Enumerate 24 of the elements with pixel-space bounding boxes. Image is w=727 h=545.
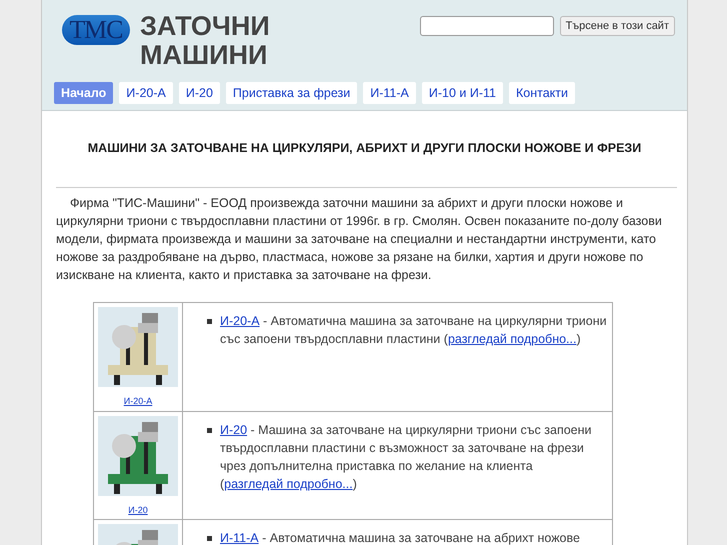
product-link[interactable]: И-20-А <box>220 314 260 328</box>
product-description: И-11-А - Автоматична машина за заточване на абрихт ножове <box>220 530 580 545</box>
intro-paragraph: Фирма "ТИС-Машини" - ЕООД произвежда заточни машини за абрихт и други плоски ножове и циркулярни триони с твърдосплавни пластини от 1996г. в гр. Смолян. Освен показаните по-долу базови модели, фирмата произвежда и машини за заточване на специални и нестандартни инструменти, като ножове за раздробяване на дърво, пластмаса, ножове за рязане на билки, хартия и други ножове по изискване на клиента, както и приставка за заточване на фрези. <box>56 195 663 284</box>
product-link[interactable]: И-11-А <box>220 531 259 545</box>
nav-tab[interactable]: И-10 и И-11 <box>422 82 503 104</box>
nav-tab[interactable]: И-11-А <box>363 82 416 104</box>
page-heading: МАШИНИ ЗА ЗАТОЧВАНЕ НА ЦИРКУЛЯРИ, АБРИХТ И ДРУГИ ПЛОСКИ НОЖОВЕ И ФРЕЗИ <box>86 141 642 155</box>
nav-tab[interactable]: И-20 <box>178 82 220 104</box>
product-caption-link[interactable]: И-20 <box>98 505 178 515</box>
details-link[interactable]: разгледай подробно... <box>448 332 576 346</box>
details-link[interactable]: разгледай подробно... <box>224 477 353 491</box>
product-caption-link[interactable]: И-20-А <box>98 396 178 406</box>
bullet-icon <box>207 319 212 324</box>
search-button[interactable]: Търсене в този сайт <box>560 16 675 36</box>
product-link[interactable]: И-20 <box>220 423 248 437</box>
nav-tab[interactable]: И-20-А <box>119 82 173 104</box>
nav-tab[interactable]: Контакти <box>508 82 575 104</box>
product-description: И-20-А - Автоматична машина за заточване на циркулярни триони със запоени твърдосплавни пластини (разгледай подробно...) <box>220 313 608 348</box>
search-field[interactable] <box>420 16 554 36</box>
nav-tab[interactable]: Приставка за фрези <box>226 82 358 104</box>
bullet-icon <box>207 536 212 541</box>
product-description: И-20 - Машина за заточване на циркулярни триони със запоени твърдосплавни пластини с възможност за заточване на фрези чрез допълнителна приставка по желание на клиента (разгледай подробно...) <box>220 422 593 493</box>
site-title: ЗАТОЧНИ МАШИНИ <box>140 12 270 70</box>
bullet-icon <box>207 428 212 433</box>
